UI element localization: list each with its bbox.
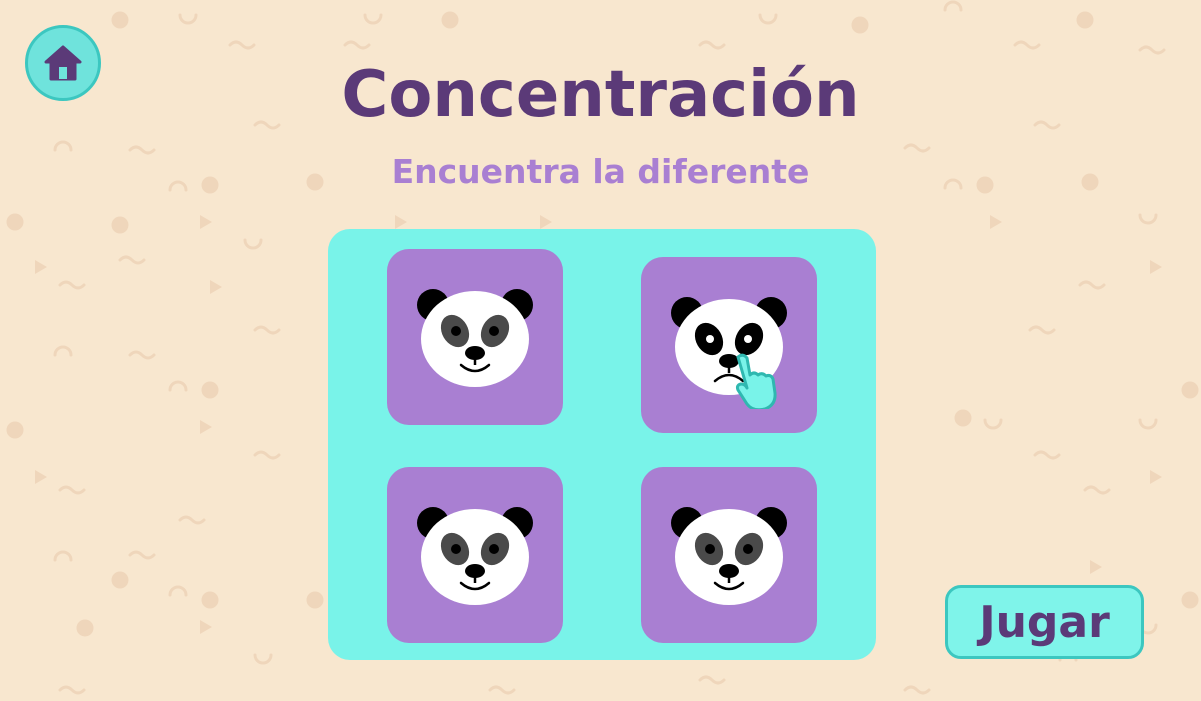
panda-face-icon <box>671 507 787 605</box>
panda-face-icon <box>417 289 533 387</box>
panda-card-2[interactable] <box>641 257 817 433</box>
panda-card-1[interactable] <box>387 249 563 425</box>
game-board <box>328 229 876 660</box>
play-button[interactable]: Jugar <box>945 585 1144 659</box>
sad-panda-face-icon <box>671 297 787 395</box>
page-subtitle: Encuentra la diferente <box>391 152 810 191</box>
page-title: Concentración <box>341 58 860 132</box>
panda-face-icon <box>417 507 533 605</box>
panda-card-4[interactable] <box>641 467 817 643</box>
panda-card-3[interactable] <box>387 467 563 643</box>
